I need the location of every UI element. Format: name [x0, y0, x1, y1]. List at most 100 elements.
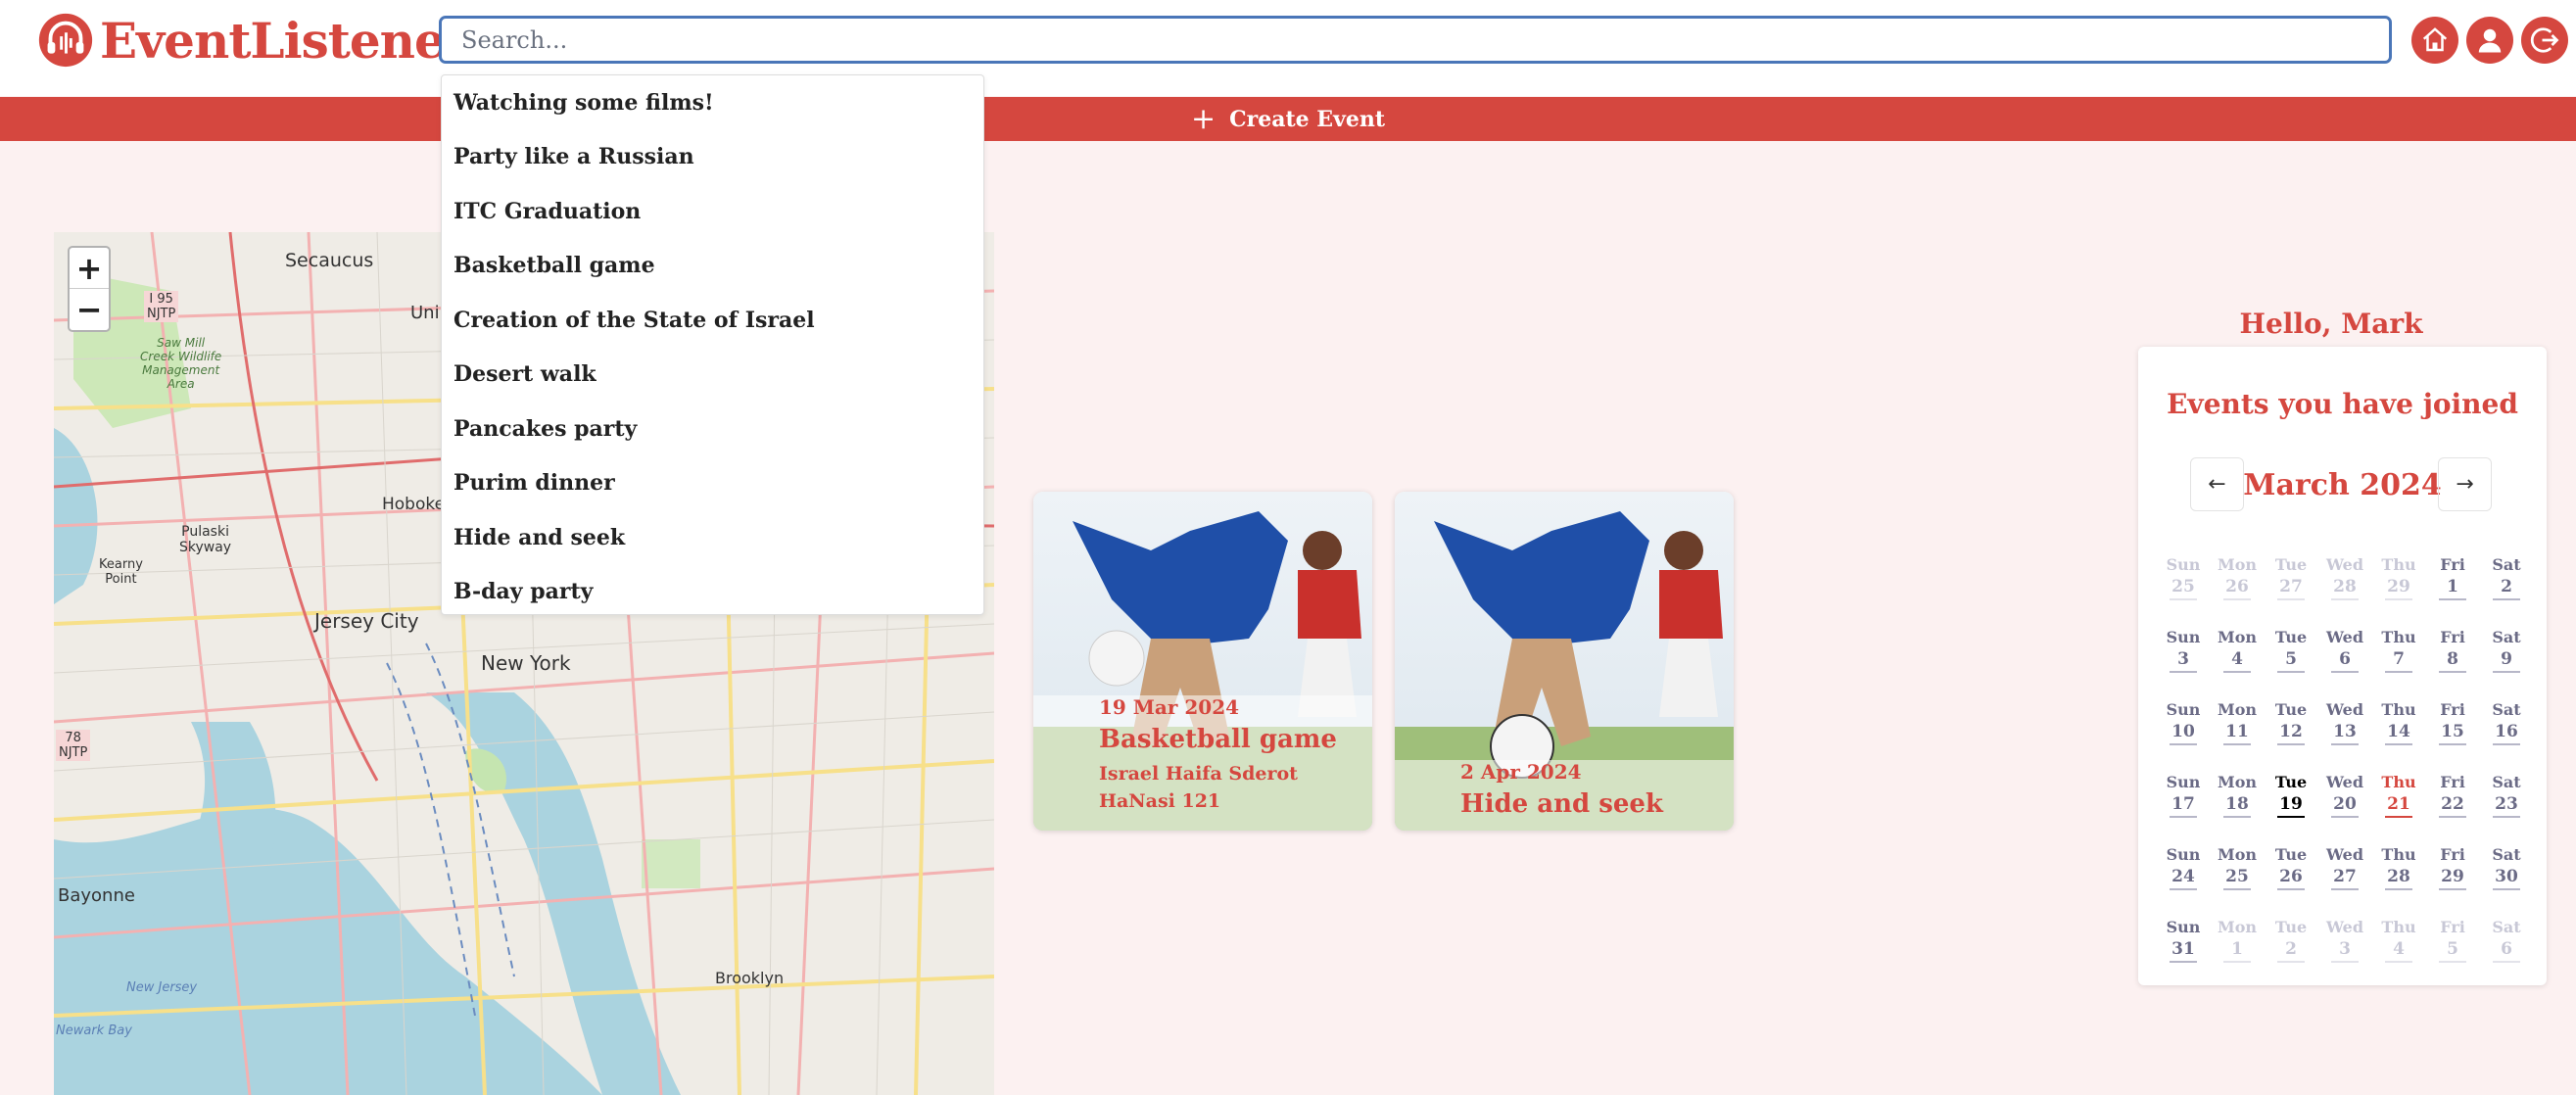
user-icon: [2478, 28, 2502, 53]
calendar-day[interactable]: Tue 27: [2271, 555, 2311, 628]
calendar-day[interactable]: Tue 12: [2271, 700, 2311, 773]
calendar-day[interactable]: Sun 25: [2164, 555, 2203, 628]
calendar-day[interactable]: Thu 14: [2379, 700, 2418, 773]
calendar-day[interactable]: Thu 28: [2379, 845, 2418, 918]
calendar-day[interactable]: Sat 23: [2487, 773, 2526, 845]
calendar-day[interactable]: Wed 13: [2325, 700, 2364, 773]
day-number: 19: [2277, 792, 2305, 818]
calendar-day[interactable]: Sat 16: [2487, 700, 2526, 773]
calendar-day[interactable]: Wed 6: [2325, 628, 2364, 700]
zoom-out-button[interactable]: −: [70, 289, 109, 330]
day-number: 1: [2439, 575, 2466, 600]
weekday-label: Wed: [2325, 845, 2364, 864]
logout-button[interactable]: [2521, 17, 2568, 64]
weekday-label: Wed: [2325, 918, 2364, 936]
logo[interactable]: EventListener: [35, 10, 470, 71]
logout-icon: [2530, 27, 2559, 53]
search-suggestion-item[interactable]: Basketball game: [442, 239, 983, 294]
day-number: 9: [2493, 647, 2520, 673]
map-label: Kearny Point: [99, 557, 143, 587]
day-number: 13: [2331, 720, 2359, 745]
calendar-day[interactable]: Wed 20: [2325, 773, 2364, 845]
map-label: Saw Mill Creek Wildlife Management Area: [140, 336, 222, 391]
create-event-button[interactable]: + Create Event: [0, 97, 2576, 141]
calendar-day[interactable]: Thu 4: [2379, 918, 2418, 990]
weekday-label: Tue: [2274, 918, 2308, 936]
calendar-day[interactable]: Tue 5: [2271, 628, 2311, 700]
calendar-day[interactable]: Fri 22: [2433, 773, 2472, 845]
day-number: 24: [2170, 865, 2197, 890]
calendar-day-event[interactable]: Thu 21: [2379, 773, 2418, 845]
calendar-day[interactable]: Fri 8: [2433, 628, 2472, 700]
search-suggestion-item[interactable]: Creation of the State of Israel: [442, 293, 983, 348]
profile-button[interactable]: [2466, 17, 2513, 64]
calendar-day[interactable]: Tue 26: [2271, 845, 2311, 918]
event-date: 2 Apr 2024: [1460, 760, 1582, 784]
search-suggestion-item[interactable]: Desert walk: [442, 348, 983, 403]
calendar-day[interactable]: Wed 3: [2325, 918, 2364, 990]
calendar-day[interactable]: Fri 5: [2433, 918, 2472, 990]
day-number: 25: [2223, 865, 2251, 890]
calendar-day[interactable]: Fri 1: [2433, 555, 2472, 628]
event-card[interactable]: 2 Apr 2024 Hide and seek: [1395, 492, 1734, 831]
search-suggestion-item[interactable]: Pancakes party: [442, 402, 983, 456]
weekday-label: Mon: [2218, 918, 2258, 936]
day-number: 20: [2331, 792, 2359, 818]
day-number: 28: [2385, 865, 2412, 890]
calendar-day[interactable]: Sat 30: [2487, 845, 2526, 918]
search-input[interactable]: [439, 16, 2392, 64]
search-suggestion-item[interactable]: B-day party: [442, 565, 983, 620]
weekday-label: Sat: [2492, 700, 2521, 719]
day-number: 26: [2277, 865, 2305, 890]
calendar-day[interactable]: Tue 2: [2271, 918, 2311, 990]
calendar-week: Sun 31 Mon 1 Tue 2 Wed 3 Thu 4 Fri 5 Sat 6: [2164, 918, 2526, 990]
day-number: 27: [2331, 865, 2359, 890]
search-suggestion-item[interactable]: Purim dinner: [442, 456, 983, 511]
weekday-label: Sun: [2166, 773, 2201, 791]
calendar-day[interactable]: Fri 29: [2433, 845, 2472, 918]
calendar-day[interactable]: Fri 15: [2433, 700, 2472, 773]
search-suggestion-item[interactable]: Hide and seek: [442, 510, 983, 565]
calendar-day[interactable]: Sun 17: [2164, 773, 2203, 845]
calendar-day[interactable]: Mon 25: [2218, 845, 2257, 918]
calendar-day[interactable]: Mon 18: [2218, 773, 2257, 845]
calendar-week: Sun 25 Mon 26 Tue 27 Wed 28 Thu 29 Fri 1 Sat 2: [2164, 555, 2526, 628]
search-suggestion-item[interactable]: Watching some films!: [442, 75, 983, 130]
weekday-label: Wed: [2325, 628, 2364, 646]
plus-icon: +: [1190, 101, 1216, 136]
calendar-day-today[interactable]: Tue 19: [2271, 773, 2311, 845]
calendar-day[interactable]: Sat 9: [2487, 628, 2526, 700]
calendar-day[interactable]: Sun 10: [2164, 700, 2203, 773]
weekday-label: Sat: [2492, 773, 2521, 791]
calendar-day[interactable]: Sun 3: [2164, 628, 2203, 700]
map-label: Brooklyn: [715, 969, 785, 987]
event-card[interactable]: 19 Mar 2024 Basketball game Israel Haifa…: [1033, 492, 1372, 831]
zoom-in-button[interactable]: +: [70, 248, 109, 289]
calendar-day[interactable]: Mon 26: [2218, 555, 2257, 628]
calendar-day[interactable]: Wed 28: [2325, 555, 2364, 628]
day-number: 14: [2385, 720, 2412, 745]
app-name: EventListener: [100, 11, 470, 70]
calendar-day[interactable]: Sun 24: [2164, 845, 2203, 918]
calendar-day[interactable]: Mon 4: [2218, 628, 2257, 700]
day-number: 4: [2385, 937, 2412, 963]
calendar-day[interactable]: Sat 2: [2487, 555, 2526, 628]
weekday-label: Mon: [2218, 555, 2258, 574]
calendar-day[interactable]: Sat 6: [2487, 918, 2526, 990]
calendar-day[interactable]: Mon 11: [2218, 700, 2257, 773]
arrow-right-icon: →: [2456, 472, 2474, 497]
home-button[interactable]: [2411, 17, 2458, 64]
day-number: 25: [2170, 575, 2197, 600]
day-number: 6: [2331, 647, 2359, 673]
calendar-day[interactable]: Thu 29: [2379, 555, 2418, 628]
next-month-button[interactable]: →: [2438, 457, 2492, 511]
weekday-label: Fri: [2440, 555, 2465, 574]
search-suggestion-item[interactable]: Party like a Russian: [442, 130, 983, 185]
weekday-label: Tue: [2274, 773, 2308, 791]
calendar-day[interactable]: Sun 31: [2164, 918, 2203, 990]
search-suggestion-item[interactable]: ITC Graduation: [442, 184, 983, 239]
calendar-day[interactable]: Thu 7: [2379, 628, 2418, 700]
calendar-day[interactable]: Wed 27: [2325, 845, 2364, 918]
calendar-day[interactable]: Mon 1: [2218, 918, 2257, 990]
weekday-label: Sun: [2166, 918, 2201, 936]
